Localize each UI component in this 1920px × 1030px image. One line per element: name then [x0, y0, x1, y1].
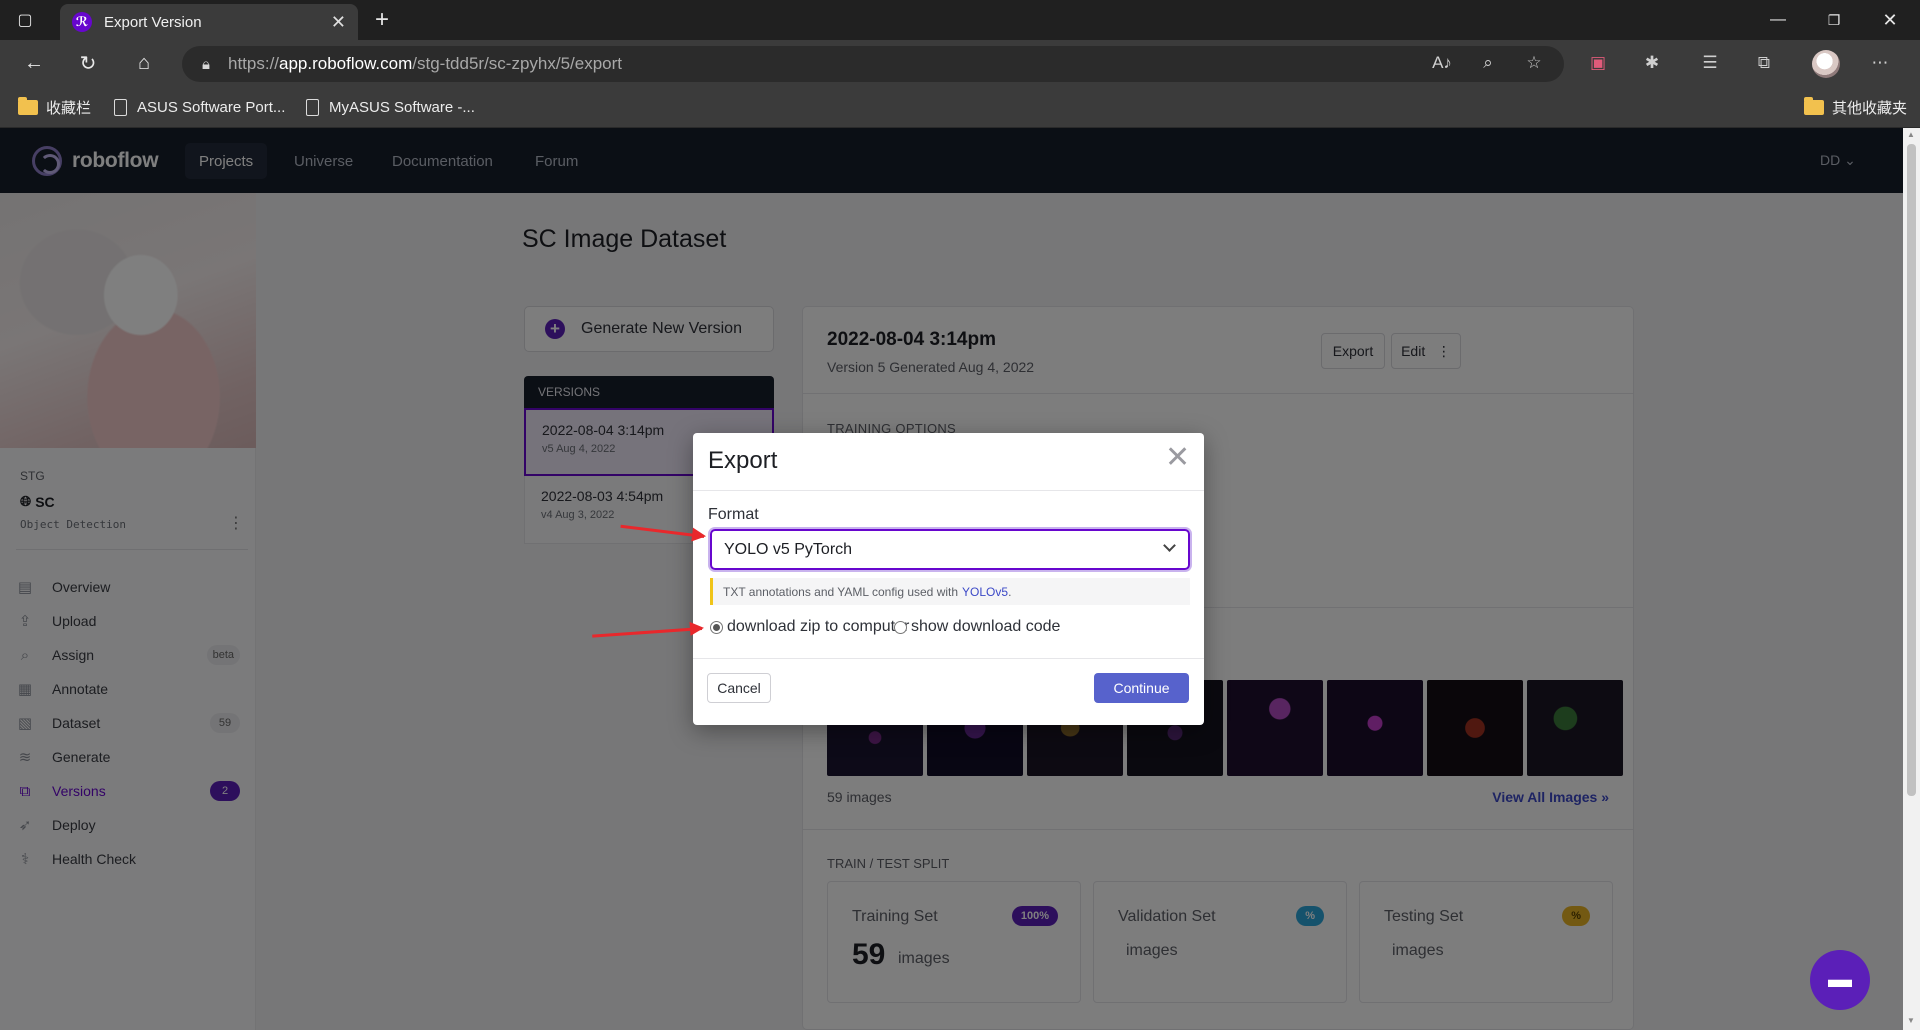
- modal-divider: [693, 490, 1204, 491]
- back-icon[interactable]: ←: [16, 45, 52, 81]
- close-icon[interactable]: ✕: [1165, 443, 1190, 473]
- address-bar: ← ↻ ⌂ 🔒︎ https://app.roboflow.com/stg-td…: [0, 40, 1920, 86]
- url-text: https://app.roboflow.com/stg-tdd5r/sc-zp…: [227, 54, 623, 73]
- bookmark-other-favorites[interactable]: 其他收藏夹: [1804, 86, 1907, 128]
- refresh-icon[interactable]: ↻: [70, 45, 106, 81]
- browser-tab-bar: ▢ ℛ Export Version ✕ + — ❐ ✕: [0, 0, 1920, 40]
- bookmark-favorites-folder[interactable]: 收藏栏: [18, 86, 91, 128]
- browser-tab-active[interactable]: ℛ Export Version ✕: [60, 4, 358, 40]
- favorites-list-icon[interactable]: ☰: [1692, 45, 1728, 81]
- read-aloud-icon[interactable]: A♪: [1424, 45, 1460, 81]
- bookmark-myasus-software[interactable]: MyASUS Software -...: [306, 86, 475, 128]
- scroll-up-icon[interactable]: ▲: [1907, 130, 1915, 139]
- close-icon[interactable]: ✕: [1862, 0, 1918, 40]
- format-label: Format: [708, 506, 759, 523]
- url-field[interactable]: 🔒︎ https://app.roboflow.com/stg-tdd5r/sc…: [182, 46, 1564, 82]
- chat-icon[interactable]: ▬: [1810, 950, 1870, 1010]
- radio-show-download-code[interactable]: show download code: [894, 618, 1060, 636]
- radio-button[interactable]: [894, 620, 907, 634]
- more-menu-icon[interactable]: ⋯: [1862, 45, 1898, 81]
- modal-divider: [693, 658, 1204, 659]
- new-tab-button[interactable]: +: [362, 0, 402, 40]
- tab-title: Export Version: [104, 13, 202, 31]
- page-icon: [114, 98, 127, 116]
- cancel-button[interactable]: Cancel: [707, 673, 771, 703]
- scroll-down-icon[interactable]: ▼: [1907, 1016, 1915, 1025]
- export-modal: Export ✕ Format YOLO v5 PyTorch TXT anno…: [693, 433, 1204, 725]
- page-scrollbar[interactable]: ▲ ▼: [1903, 128, 1920, 1030]
- roboflow-favicon-icon: ℛ: [72, 12, 92, 32]
- format-select[interactable]: YOLO v5 PyTorch: [710, 529, 1190, 570]
- bookmarks-bar: 收藏栏 ASUS Software Port... MyASUS Softwar…: [0, 86, 1920, 128]
- extensions-icon[interactable]: ✱: [1634, 45, 1670, 81]
- scrollbar-thumb[interactable]: [1907, 144, 1916, 796]
- radio-button[interactable]: [710, 620, 723, 634]
- radio-download-zip[interactable]: download zip to computer: [710, 618, 909, 636]
- lock-icon: 🔒︎: [202, 55, 210, 73]
- restore-icon[interactable]: ❐: [1806, 0, 1862, 40]
- collections-icon[interactable]: ⧉: [1746, 45, 1782, 81]
- continue-button[interactable]: Continue: [1094, 673, 1189, 703]
- format-hint: TXT annotations and YAML config used wit…: [710, 578, 1190, 605]
- chevron-down-icon: [1163, 539, 1176, 552]
- bookmark-asus-software-portal[interactable]: ASUS Software Port...: [114, 86, 285, 128]
- page-icon: [306, 98, 319, 116]
- favorite-icon[interactable]: ☆: [1516, 45, 1552, 81]
- tab-close-icon[interactable]: ✕: [331, 12, 346, 33]
- tab-actions-icon[interactable]: ▢: [0, 0, 50, 40]
- modal-title: Export: [708, 447, 778, 474]
- minimize-icon[interactable]: —: [1750, 0, 1806, 40]
- zoom-icon[interactable]: ⌕: [1470, 45, 1506, 81]
- yolov5-link[interactable]: YOLOv5: [962, 585, 1008, 599]
- profile-avatar[interactable]: [1812, 50, 1840, 78]
- folder-icon: [18, 96, 38, 115]
- home-icon[interactable]: ⌂: [126, 45, 162, 81]
- folder-icon: [1804, 96, 1824, 115]
- extension-game-icon[interactable]: ▣: [1580, 45, 1616, 81]
